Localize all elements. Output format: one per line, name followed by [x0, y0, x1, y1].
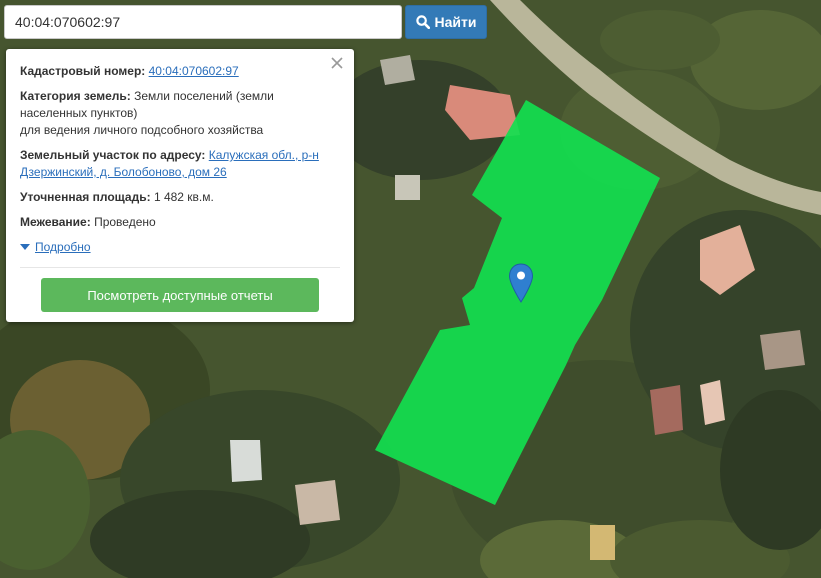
search-icon: [415, 15, 430, 29]
area-value: 1 482 кв.м.: [153, 190, 214, 204]
search-input[interactable]: [4, 5, 402, 39]
address-label: Земельный участок по адресу:: [20, 148, 206, 162]
area-row: Уточненная площадь: 1 482 кв.м.: [20, 189, 340, 206]
view-reports-button[interactable]: Посмотреть доступные отчеты: [41, 278, 319, 312]
map-pin-icon[interactable]: [508, 263, 534, 303]
search-button[interactable]: Найти: [405, 5, 487, 39]
cadastral-number-link[interactable]: 40:04:070602:97: [149, 64, 239, 78]
search-button-label: Найти: [434, 14, 477, 30]
survey-row: Межевание: Проведено: [20, 214, 340, 231]
land-usage-value: для ведения личного подсобного хозяйства: [20, 123, 264, 137]
details-toggle[interactable]: Подробно: [20, 239, 340, 256]
close-button[interactable]: [329, 55, 345, 71]
caret-down-icon: [20, 244, 30, 250]
close-icon: [331, 57, 343, 69]
survey-label: Межевание:: [20, 215, 91, 229]
address-row: Земельный участок по адресу: Калужская о…: [20, 147, 340, 181]
cadastral-number-label: Кадастровый номер:: [20, 64, 146, 78]
divider: [20, 267, 340, 268]
survey-value: Проведено: [94, 215, 156, 229]
details-label: Подробно: [35, 240, 91, 254]
area-label: Уточненная площадь:: [20, 190, 151, 204]
parcel-info-popup: Кадастровый номер: 40:04:070602:97 Катег…: [6, 49, 354, 322]
land-category-row: Категория земель: Земли поселений (земли…: [20, 88, 340, 139]
cadastral-number-row: Кадастровый номер: 40:04:070602:97: [20, 63, 340, 80]
land-category-label: Категория земель:: [20, 89, 131, 103]
